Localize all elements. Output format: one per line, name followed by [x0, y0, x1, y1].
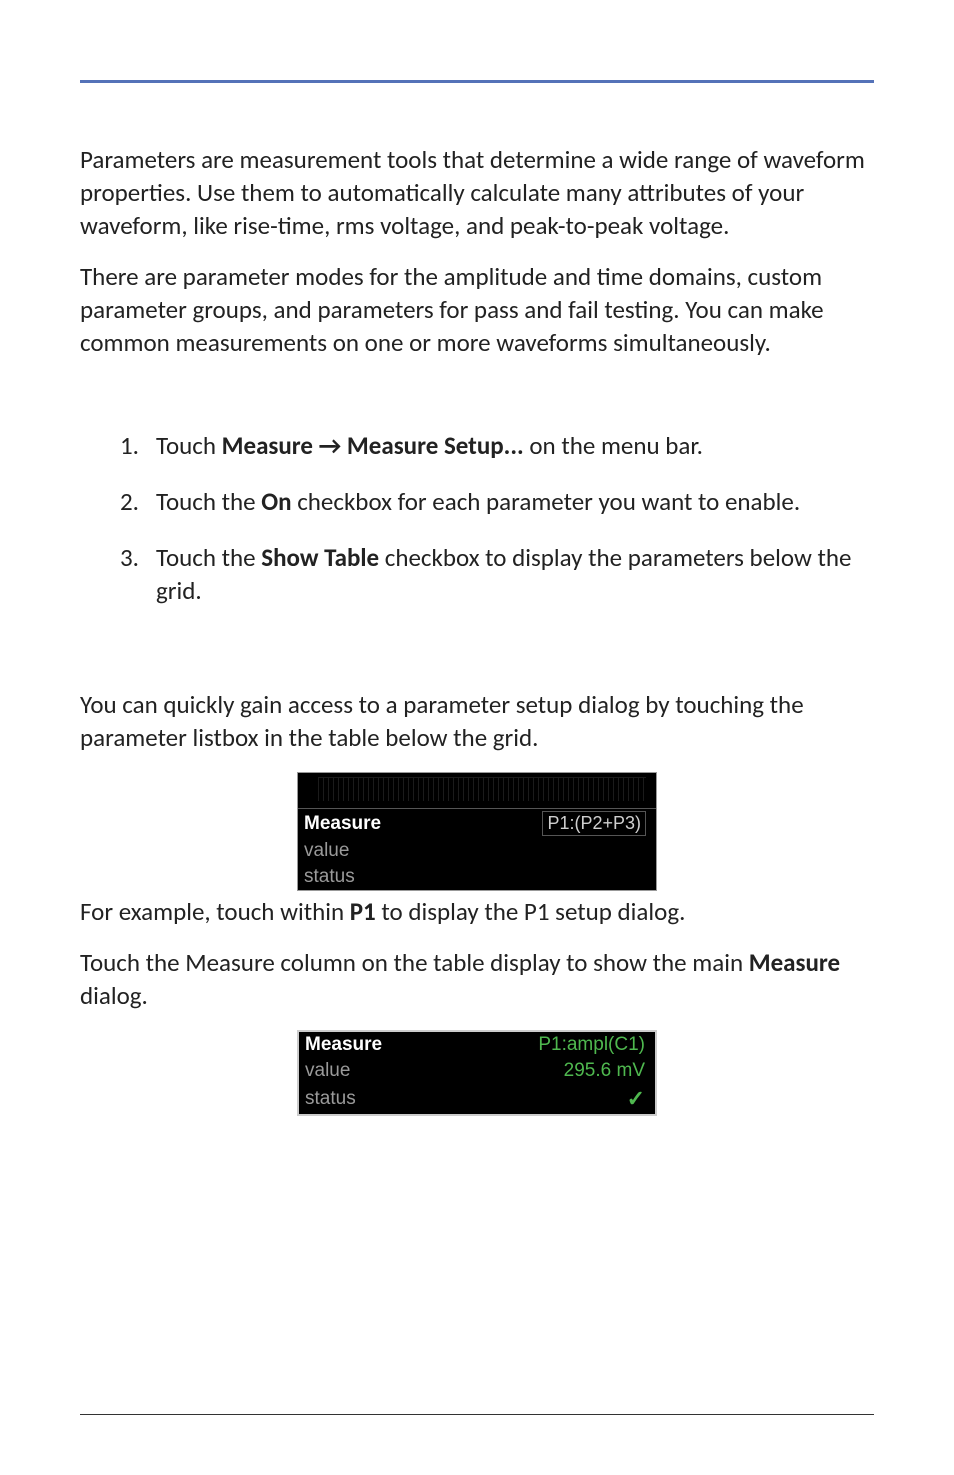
- waveform-grid-strip: [298, 773, 656, 809]
- step-2: 2. Touch the On checkbox for each parame…: [120, 485, 874, 519]
- p1-listbox[interactable]: P1:(P2+P3): [542, 811, 646, 836]
- footer-rule: [80, 1414, 874, 1415]
- p1-value-cell[interactable]: P1:ampl(C1): [538, 1034, 645, 1056]
- measure-row: Measure P1:ampl(C1): [299, 1032, 655, 1058]
- step-text-post: on the menu bar.: [524, 430, 703, 461]
- screenshot-measure-table-2: Measure P1:ampl(C1) value 295.6 mV statu…: [297, 1030, 657, 1116]
- screenshot-measure-table-1: Measure P1:(P2+P3) value status: [297, 772, 657, 891]
- step-1: 1. Touch Measure → Measure Setup... on t…: [120, 429, 874, 463]
- text-post: to display the P1 setup dialog.: [376, 896, 686, 927]
- step-text-bold: Measure → Measure Setup...: [222, 430, 524, 461]
- steps-list: 1. Touch Measure → Measure Setup... on t…: [120, 429, 874, 608]
- step-number: 3.: [120, 541, 139, 575]
- step-text-bold: Show Table: [261, 542, 379, 573]
- value-label: value: [305, 1060, 350, 1082]
- step-number: 2.: [120, 485, 139, 519]
- value-row: value 295.6 mV: [299, 1058, 655, 1084]
- measure-header-cell[interactable]: Measure: [304, 813, 381, 835]
- header-rule: [80, 80, 874, 83]
- measure-header-cell[interactable]: Measure: [305, 1034, 382, 1056]
- status-label: status: [305, 1088, 356, 1110]
- paragraph-measure-column: Touch the Measure column on the table di…: [80, 946, 874, 1012]
- step-text-pre: Touch the: [156, 542, 261, 573]
- step-text-pre: Touch: [156, 430, 222, 461]
- value-label: value: [304, 840, 349, 862]
- check-icon: ✓: [627, 1086, 645, 1112]
- text-bold: Measure: [749, 947, 840, 978]
- status-row: status ✓: [299, 1084, 655, 1114]
- measure-row: Measure P1:(P2+P3): [298, 809, 656, 838]
- paragraph-intro-2: There are parameter modes for the amplit…: [80, 260, 874, 359]
- value-readout: 295.6 mV: [564, 1060, 645, 1082]
- paragraph-listbox: You can quickly gain access to a paramet…: [80, 688, 874, 754]
- step-3: 3. Touch the Show Table checkbox to disp…: [120, 541, 874, 609]
- status-row: status: [298, 864, 656, 890]
- value-row: value: [298, 838, 656, 864]
- step-text-pre: Touch the: [156, 486, 261, 517]
- step-text-post: checkbox for each parameter you want to …: [292, 486, 801, 517]
- screenshot-2-wrap: Measure P1:ampl(C1) value 295.6 mV statu…: [80, 1030, 874, 1116]
- status-label: status: [304, 866, 355, 888]
- paragraph-p1-example: For example, touch within P1 to display …: [80, 895, 874, 928]
- text-bold: P1: [350, 896, 376, 927]
- text-pre: Touch the Measure column on the table di…: [80, 947, 749, 978]
- step-text-bold: On: [261, 486, 291, 517]
- step-number: 1.: [120, 429, 139, 463]
- screenshot-1-wrap: Measure P1:(P2+P3) value status: [80, 772, 874, 891]
- text-pre: For example, touch within: [80, 896, 350, 927]
- text-post: dialog.: [80, 980, 148, 1011]
- paragraph-intro-1: Parameters are measurement tools that de…: [80, 143, 874, 242]
